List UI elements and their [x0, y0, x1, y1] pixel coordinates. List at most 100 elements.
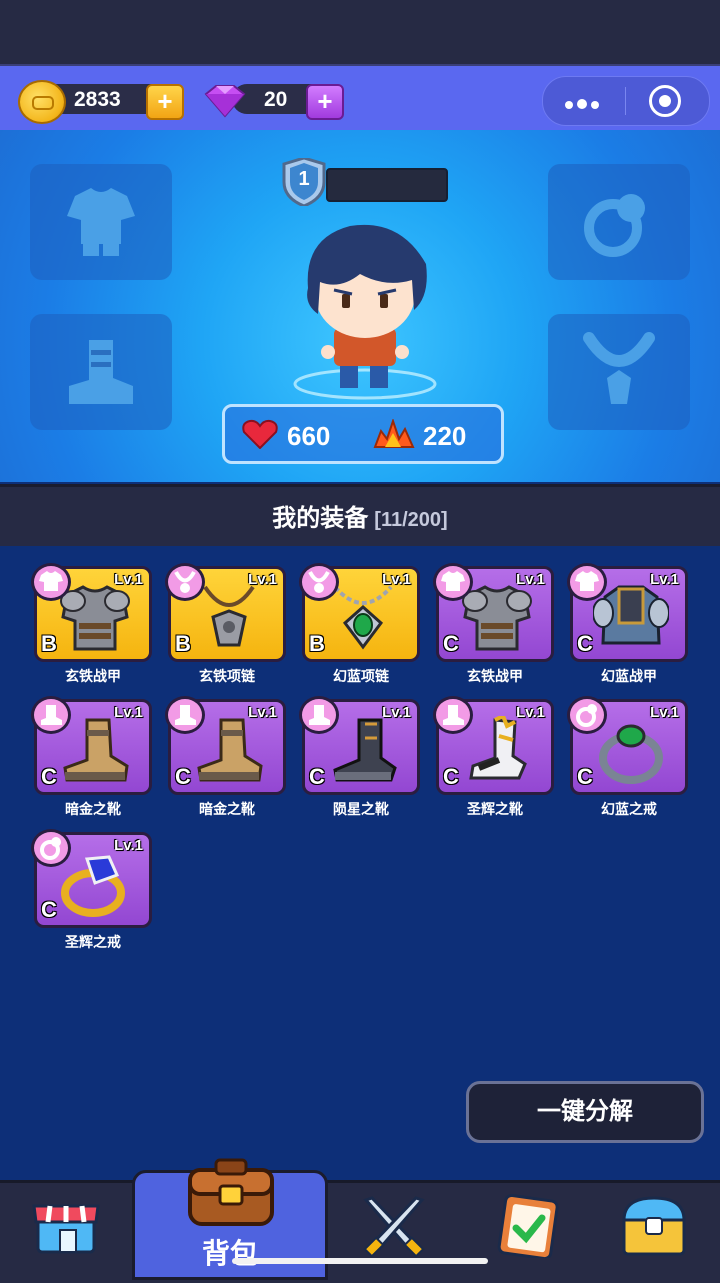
item-level: Lv.1	[114, 837, 143, 854]
item-name: 暗金之靴	[65, 801, 121, 817]
item-grade: C	[443, 631, 459, 656]
equipment-item[interactable]: Lv.1 C	[165, 696, 286, 795]
boot-gold-icon	[191, 716, 267, 793]
item-level: Lv.1	[516, 571, 545, 588]
shop-icon[interactable]	[30, 1192, 102, 1258]
battle-swords-icon[interactable]	[358, 1192, 430, 1258]
boot-holy-icon	[459, 713, 535, 793]
boot-icon	[433, 696, 473, 734]
equipment-item[interactable]: Lv.1 B	[165, 563, 286, 662]
item-name: 玄铁项链	[199, 668, 255, 684]
item-grade: C	[577, 764, 593, 789]
close-icon[interactable]	[649, 85, 681, 117]
equipment-item[interactable]: Lv.1 C	[31, 696, 152, 795]
item-name: 陨星之靴	[333, 801, 389, 817]
item-level: Lv.1	[248, 571, 277, 588]
armor-icon	[459, 583, 535, 660]
boot-gold-icon	[57, 716, 133, 793]
treasure-chest-icon[interactable]	[618, 1192, 690, 1258]
more-icon[interactable]	[565, 96, 599, 114]
equipment-item[interactable]: Lv.1 C	[299, 696, 420, 795]
ring-icon	[31, 829, 71, 867]
item-name: 圣辉之靴	[467, 801, 523, 817]
equipment-title: 我的装备 [11/200]	[0, 498, 720, 533]
equipment-item[interactable]: Lv.1 C	[31, 829, 152, 928]
item-grade: C	[41, 764, 57, 789]
status-bar	[0, 0, 720, 64]
capsule-divider	[625, 87, 626, 115]
boot-icon	[69, 340, 133, 404]
home-indicator	[232, 1258, 488, 1264]
armor-icon	[31, 563, 71, 601]
equipment-item[interactable]: Lv.1 B	[299, 563, 420, 662]
item-level: Lv.1	[114, 571, 143, 588]
equipment-item[interactable]: Lv.1 C	[433, 696, 554, 795]
item-grade: C	[175, 764, 191, 789]
item-name: 幻蓝之戒	[601, 801, 657, 817]
necklace-icon	[165, 563, 205, 601]
ring-green-icon	[593, 716, 669, 793]
item-level: Lv.1	[114, 704, 143, 721]
gold-coin-icon	[18, 80, 66, 124]
armor-blue-icon	[592, 583, 670, 660]
item-level: Lv.1	[650, 571, 679, 588]
item-grade: B	[41, 631, 57, 656]
add-gem-button[interactable]: +	[306, 84, 344, 120]
ring-icon	[567, 696, 607, 734]
item-grade: C	[577, 631, 593, 656]
armor-icon	[567, 563, 607, 601]
hero-character[interactable]	[290, 218, 440, 414]
item-level: Lv.1	[382, 704, 411, 721]
item-level: Lv.1	[650, 704, 679, 721]
item-name: 暗金之靴	[199, 801, 255, 817]
gem-amount: 20	[264, 88, 288, 111]
equipment-count: [11/200]	[374, 509, 448, 531]
armor-slot[interactable]	[30, 164, 172, 280]
hero-level: 1	[298, 168, 310, 190]
equipment-item[interactable]: Lv.1 C	[433, 563, 554, 662]
item-grade: B	[309, 631, 325, 656]
ring-gold-icon	[57, 849, 133, 926]
gold-amount: 2833	[74, 88, 121, 111]
armor-icon	[433, 563, 473, 601]
necklace-icon	[299, 563, 339, 601]
boot-slot[interactable]	[30, 314, 172, 430]
item-grade: C	[443, 764, 459, 789]
necklace-slot[interactable]	[548, 314, 690, 430]
tasks-clipboard-icon[interactable]	[492, 1192, 564, 1258]
necklace-icon	[583, 332, 655, 404]
nav-tab-backpack-label: 背包	[201, 1238, 258, 1269]
item-grade: C	[309, 764, 325, 789]
level-progress-bar	[326, 168, 448, 202]
ring-icon	[584, 194, 645, 257]
item-level: Lv.1	[248, 704, 277, 721]
add-gold-button[interactable]: +	[146, 84, 184, 120]
item-name: 圣辉之戒	[65, 934, 121, 950]
equipment-item[interactable]: Lv.1 C	[567, 563, 688, 662]
item-name: 幻蓝战甲	[601, 668, 657, 684]
gem-icon	[204, 85, 246, 118]
item-name: 玄铁战甲	[467, 668, 523, 684]
equipment-item[interactable]: Lv.1 C	[567, 696, 688, 795]
power-value: 220	[423, 421, 467, 451]
boot-icon	[299, 696, 339, 734]
necklace-green-icon	[325, 583, 401, 660]
item-grade: C	[41, 897, 57, 922]
item-name: 玄铁战甲	[65, 668, 121, 684]
backpack-icon	[188, 1158, 274, 1226]
decompose-all-button[interactable]: 一键分解	[466, 1081, 704, 1143]
item-name: 幻蓝项链	[333, 668, 389, 684]
boot-dark-icon	[325, 716, 401, 793]
heart-icon	[242, 419, 278, 449]
boot-icon	[31, 696, 71, 734]
necklace-iron-icon	[191, 583, 267, 660]
hero-stats: 660 220	[222, 404, 504, 464]
equipment-title-text: 我的装备	[272, 505, 369, 532]
boot-icon	[165, 696, 205, 734]
armor-icon	[67, 188, 135, 256]
equipment-item[interactable]: Lv.1 B	[31, 563, 152, 662]
item-level: Lv.1	[382, 571, 411, 588]
item-level: Lv.1	[516, 704, 545, 721]
power-flame-icon	[373, 419, 415, 448]
ring-slot[interactable]	[548, 164, 690, 280]
